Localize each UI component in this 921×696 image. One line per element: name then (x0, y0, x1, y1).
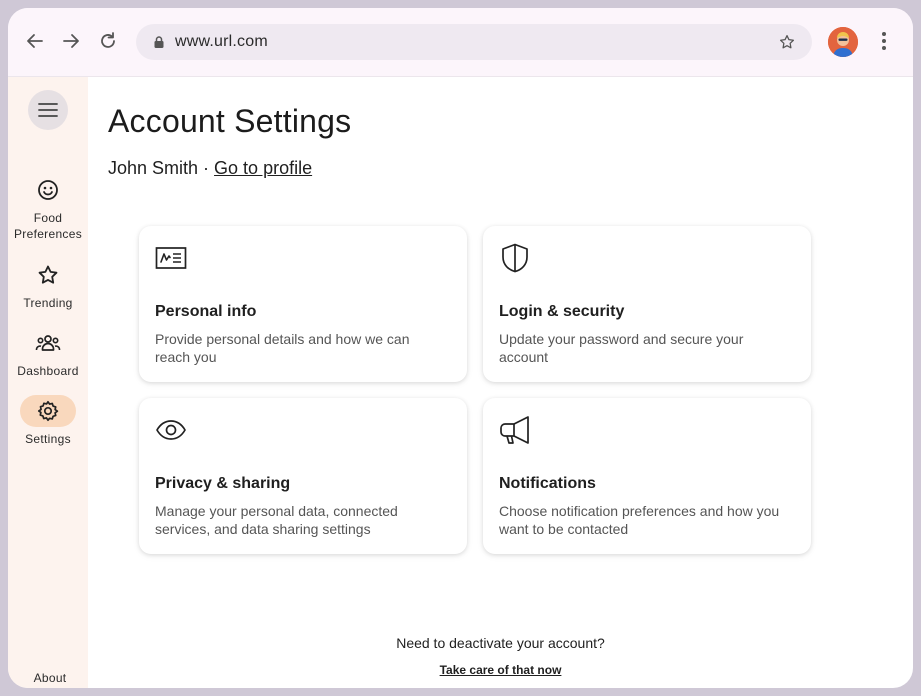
card-description: Update your password and secure your acc… (499, 331, 744, 365)
card-login-security[interactable]: Login & security Update your password an… (483, 226, 811, 382)
active-indicator (20, 395, 76, 427)
rail-label: Settings (25, 432, 71, 446)
rail-item-dashboard[interactable]: Dashboard (8, 327, 88, 379)
deactivate-link[interactable]: Take care of that now (440, 663, 562, 677)
card-title: Personal info (155, 303, 257, 320)
navigation-rail: Food Preferences Trending Dashboard Sett… (8, 77, 88, 688)
rail-item-trending[interactable]: Trending (8, 259, 88, 311)
rail-item-settings[interactable]: Settings (8, 395, 88, 447)
back-button[interactable] (24, 30, 46, 52)
user-name: John Smith (108, 158, 199, 178)
hamburger-menu-icon (38, 103, 58, 117)
arrow-left-icon (27, 34, 43, 48)
page-title: Account Settings (108, 103, 352, 139)
deactivate-link-row: Take care of that now (88, 663, 913, 677)
address-bar[interactable]: www.url.com (136, 24, 812, 60)
browser-window: www.url.com Food Preferences Trending Da… (8, 8, 913, 688)
profile-avatar[interactable] (828, 27, 858, 57)
browser-toolbar: www.url.com (8, 8, 913, 77)
id-card-icon (155, 247, 187, 269)
card-title: Notifications (499, 475, 596, 492)
card-title: Login & security (499, 303, 625, 320)
megaphone-icon (500, 416, 529, 444)
arrow-right-icon (63, 34, 79, 48)
card-privacy-sharing[interactable]: Privacy & sharing Manage your personal d… (139, 398, 467, 554)
avatar-image (828, 27, 858, 57)
rail-label: Dashboard (17, 364, 79, 378)
forward-button[interactable] (60, 30, 82, 52)
more-vert-icon[interactable] (874, 30, 894, 52)
card-description: Choose notification preferences and how … (499, 503, 780, 537)
bookmark-star-icon[interactable] (778, 33, 796, 51)
rail-label: Trending (23, 296, 73, 310)
gear-icon (37, 400, 59, 422)
rail-icon-container (20, 327, 76, 359)
deactivate-question: Need to deactivate your account? (396, 635, 605, 651)
shield-icon (502, 243, 528, 273)
card-description: Provide personal details and how we can … (155, 331, 410, 365)
smiley-icon (38, 180, 58, 200)
reload-button[interactable] (97, 30, 119, 52)
rail-icon-container (20, 259, 76, 291)
menu-button[interactable] (28, 90, 68, 130)
group-icon (35, 335, 61, 351)
user-line: John Smith · Go to profile (108, 158, 312, 179)
rail-label: Food Preferences (14, 211, 82, 241)
separator: · (198, 158, 215, 178)
star-outline-icon (38, 265, 58, 284)
rail-icon-container (20, 174, 76, 206)
about-link[interactable]: About (8, 671, 92, 685)
main-content: Account Settings John Smith · Go to prof… (88, 77, 913, 688)
card-notifications[interactable]: Notifications Choose notification prefer… (483, 398, 811, 554)
go-to-profile-link[interactable]: Go to profile (214, 158, 312, 178)
card-description: Manage your personal data, connected ser… (155, 503, 398, 537)
card-personal-info[interactable]: Personal info Provide personal details a… (139, 226, 467, 382)
rail-item-food-preferences[interactable]: Food Preferences (8, 174, 88, 242)
lock-icon (154, 36, 164, 48)
card-title: Privacy & sharing (155, 475, 291, 492)
eye-icon (156, 420, 186, 440)
url-text: www.url.com (175, 33, 268, 50)
reload-icon (101, 32, 115, 48)
